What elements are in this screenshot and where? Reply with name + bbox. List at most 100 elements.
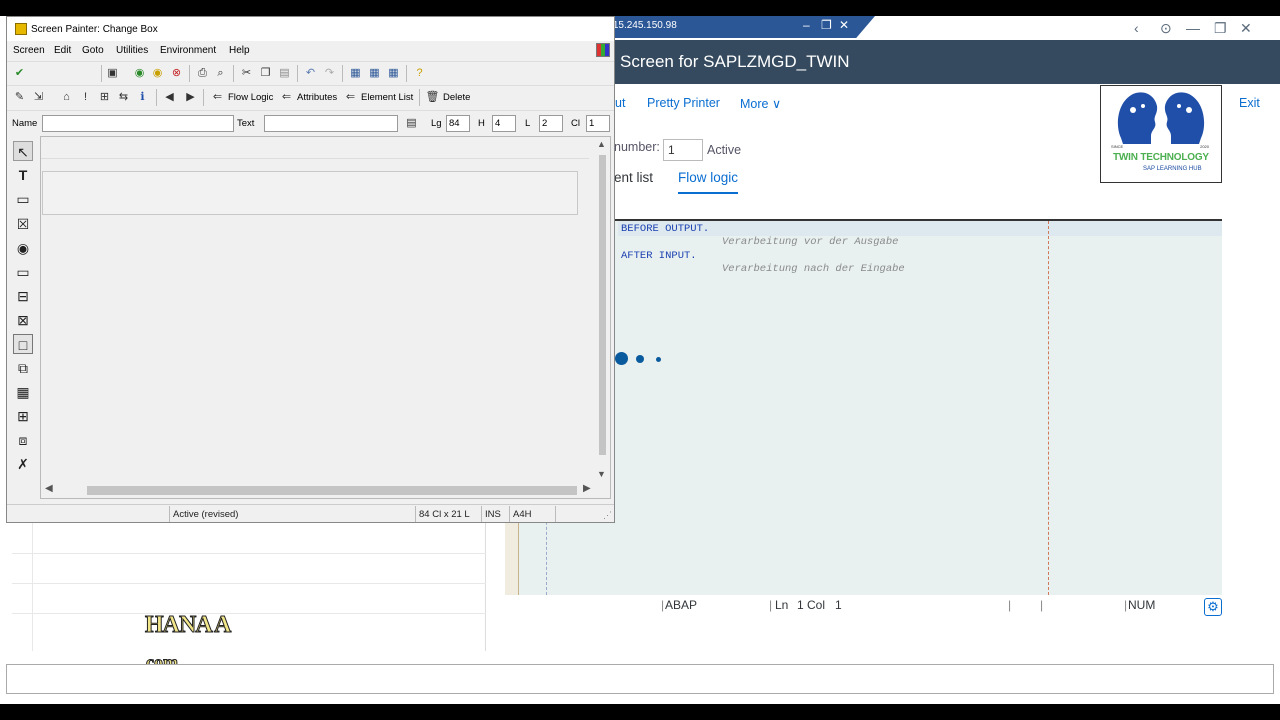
find-icon[interactable]: ⌕ (213, 66, 228, 81)
subscreen-icon[interactable]: ⧉ (13, 358, 33, 378)
element-list-button[interactable]: Element List (361, 92, 413, 103)
table-control-icon[interactable]: ▦ (13, 382, 33, 402)
redo-icon[interactable]: ↷ (322, 66, 337, 81)
more-menu-button[interactable]: More ∨ (740, 96, 781, 111)
save-icon[interactable]: ▣ (105, 66, 120, 81)
layout-icon[interactable]: ▦ (348, 66, 363, 81)
box-element[interactable] (42, 171, 578, 215)
tab-flow-logic[interactable]: Flow logic (678, 170, 738, 185)
menu-help[interactable]: Help (229, 45, 250, 56)
toolbar-item-partial[interactable]: ut (615, 96, 625, 110)
cancel-icon[interactable]: ⊗ (169, 66, 184, 81)
insert-icon[interactable]: ⇲ (31, 90, 46, 105)
settings-gear-icon[interactable]: ⚙ (1204, 598, 1222, 616)
editor-margin-line (1048, 221, 1049, 595)
arrow-left-icon: ⇐ (281, 91, 292, 103)
trash-icon: 🗑 (425, 91, 440, 103)
group-icon[interactable]: ⊞ (97, 90, 112, 105)
info-icon[interactable]: ℹ (135, 90, 150, 105)
text-field-icon[interactable]: T (13, 165, 33, 185)
grid-icon[interactable]: ▦ (386, 66, 401, 81)
l-field[interactable]: 2 (539, 115, 563, 132)
remote-ip: 115.245.150.98 (608, 20, 677, 31)
arrow-left-icon: ⇐ (345, 91, 356, 103)
rdp-close-button[interactable]: ✕ (839, 18, 849, 32)
screen-number-field[interactable]: 1 (663, 139, 703, 161)
exit-button[interactable]: Exit (1239, 96, 1260, 110)
radio-button-icon[interactable]: ◉ (13, 238, 33, 258)
print-icon[interactable]: ⎙ (195, 66, 210, 81)
command-bar[interactable] (6, 664, 1274, 694)
name-field[interactable] (42, 115, 234, 132)
checkbox-icon[interactable]: ☒ (13, 214, 33, 234)
hierarchy-icon[interactable]: ⌂ (59, 90, 74, 105)
status-icon[interactable]: ✗ (13, 454, 33, 474)
lg-field[interactable]: 84 (446, 115, 470, 132)
h-field[interactable]: 4 (492, 115, 516, 132)
input-field-icon[interactable]: ▭ (13, 189, 33, 209)
back-icon[interactable]: ‹ (1134, 20, 1139, 36)
arrow-left-icon: ⇐ (212, 91, 223, 103)
pretty-printer-button[interactable]: Pretty Printer (647, 96, 720, 110)
delete-button[interactable]: Delete (443, 92, 470, 103)
cl-field[interactable]: 1 (586, 115, 610, 132)
back-icon[interactable]: ◉ (132, 66, 147, 81)
page-title: Screen for SAPLZMGD_TWIN (620, 52, 850, 71)
painter-status-bar: Active (revised) 84 Cl x 21 L INS A4H ⋰ (7, 504, 614, 523)
pointer-icon[interactable]: ↖ (13, 141, 33, 161)
lock-icon[interactable]: ⊙ (1160, 20, 1172, 37)
dictionary-icon[interactable]: ▤ (404, 116, 419, 131)
help-icon[interactable]: ? (412, 66, 427, 81)
editor-language: ABAP (665, 598, 698, 612)
exit-icon[interactable]: ◉ (150, 66, 165, 81)
push-button-icon[interactable]: ▭ (13, 262, 33, 282)
resize-grip-icon[interactable]: ⋰ (603, 510, 612, 521)
previous-icon[interactable]: ◀ (162, 90, 177, 105)
copy-icon[interactable]: ❐ (258, 66, 273, 81)
status-state: Active (revised) (169, 506, 415, 522)
edit-icon[interactable]: ✎ (12, 90, 27, 105)
pin-icon[interactable]: ǃ (78, 90, 93, 105)
customize-layout-icon[interactable] (596, 43, 610, 57)
layout-canvas[interactable]: ▲ ▼ ◀ ▶ (40, 136, 611, 499)
rdp-restore-button[interactable]: ❐ (821, 18, 832, 32)
input-mode: NUM (1128, 598, 1156, 612)
tab-active-indicator (678, 192, 738, 194)
tabstrip-wizard-icon[interactable]: ⊠ (13, 310, 33, 330)
attributes-button[interactable]: Attributes (297, 92, 337, 103)
box-icon[interactable]: □ (13, 334, 33, 354)
next-icon[interactable]: ▶ (183, 90, 198, 105)
text-label: Text (237, 118, 255, 129)
menu-edit[interactable]: Edit (54, 45, 71, 56)
tab-element-list[interactable]: ent list (614, 170, 653, 185)
flow-logic-button[interactable]: Flow Logic (228, 92, 273, 103)
watermark-text: HANA A (144, 612, 231, 639)
code-line: AFTER INPUT. (621, 250, 697, 262)
background-table-area (12, 523, 486, 651)
tabstrip-icon[interactable]: ⊟ (13, 286, 33, 306)
close-button[interactable]: ✕ (1240, 20, 1252, 37)
screen-number-label: number: (614, 140, 660, 154)
table-wizard-icon[interactable]: ⊞ (13, 406, 33, 426)
desktop-screen: ‹ ⊙ — ❐ ✕ ⊣ ▮ 115.245.150.98 – ❐ ✕ Scree… (0, 0, 1280, 720)
window-icon[interactable]: ▦ (367, 66, 382, 81)
status-system: A4H (509, 506, 555, 522)
move-icon[interactable]: ⇆ (116, 90, 131, 105)
check-icon[interactable]: ✔ (12, 66, 27, 81)
rdp-minimize-button[interactable]: – (803, 18, 810, 32)
horizontal-scrollbar[interactable]: ◀ ▶ (41, 482, 596, 498)
menu-screen[interactable]: Screen (13, 45, 45, 56)
paste-icon[interactable]: ▤ (277, 66, 292, 81)
twin-technology-logo: SINCE 2020 TWIN TECHNOLOGY SAP LEARNING … (1100, 85, 1222, 183)
maximize-button[interactable]: ❐ (1214, 20, 1227, 37)
text-field[interactable] (264, 115, 398, 132)
custom-control-icon[interactable]: ⧈ (13, 430, 33, 450)
cut-icon[interactable]: ✂ (239, 66, 254, 81)
menu-utilities[interactable]: Utilities (116, 45, 148, 56)
menu-environment[interactable]: Environment (160, 45, 216, 56)
vertical-scrollbar[interactable]: ▲ ▼ (594, 137, 610, 482)
lg-label: Lg (431, 118, 442, 129)
menu-goto[interactable]: Goto (82, 45, 104, 56)
undo-icon[interactable]: ↶ (303, 66, 318, 81)
minimize-button[interactable]: — (1186, 20, 1200, 36)
